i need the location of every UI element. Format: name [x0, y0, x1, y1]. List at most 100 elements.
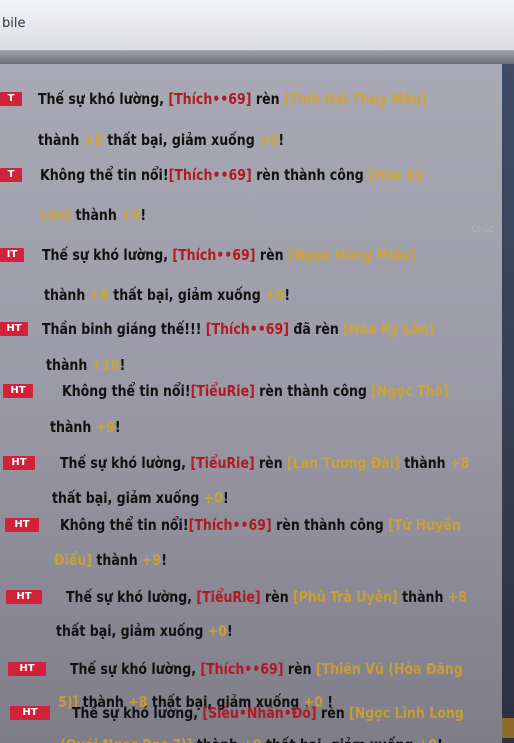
message-line: Không thể tin nổi![Thích••69] rèn thành …	[60, 516, 461, 534]
player-name-link[interactable]: [Thích••69]	[206, 320, 289, 338]
message-text: rèn	[251, 90, 284, 108]
message-text: rèn thành công	[251, 166, 369, 184]
enhance-level: +8	[447, 588, 468, 606]
channel-badge: HT	[3, 384, 33, 398]
message-line: thành +9!	[50, 418, 121, 436]
message-text: thành	[192, 736, 242, 743]
item-name-link[interactable]: Điểu]	[54, 551, 92, 569]
enhance-level: +8	[89, 286, 109, 304]
message-text: thành	[46, 356, 92, 374]
enhance-level: +9	[95, 418, 115, 436]
message-text: !	[278, 131, 285, 149]
item-name-link[interactable]: [Ngọc Thố]	[371, 382, 449, 400]
message-text: Thế sự khó lường,	[42, 246, 173, 264]
player-name-link[interactable]: [Siêu•Nhân•Đỏ]	[202, 704, 316, 722]
player-name-link[interactable]: [Thích••69]	[169, 166, 252, 184]
message-text: thành	[397, 588, 448, 606]
enhance-level: +9	[142, 551, 162, 569]
item-name-link[interactable]: [Thiên Vũ (Hỏa Đăng	[316, 660, 463, 678]
message-text: Thế sự khó lường,	[72, 704, 203, 722]
message-text: Không thể tin nổi!	[60, 516, 189, 534]
message-text: rèn	[316, 704, 350, 722]
message-text: rèn	[255, 246, 288, 264]
message-text: !	[161, 551, 168, 569]
item-name-link[interactable]: [Ngạo Hùng Miêu]	[288, 246, 416, 264]
message-text: !	[284, 286, 291, 304]
player-name-link[interactable]: [Thích••69]	[168, 90, 251, 108]
message-text: Thế sự khó lường,	[38, 90, 169, 108]
message-text: !	[140, 206, 147, 224]
message-text: thành	[92, 551, 143, 569]
player-name-link[interactable]: [Thích••69]	[189, 516, 272, 534]
message-text: !	[437, 736, 443, 743]
item-name-link[interactable]: [Tinh Hải Thủy Mẫu]	[284, 90, 427, 108]
enhance-level: +0	[265, 286, 285, 304]
message-text: thất bại, giảm xuống	[56, 622, 208, 640]
enhance-level: +0	[203, 489, 224, 507]
channel-badge: IT	[0, 248, 24, 262]
channel-badge: HT	[3, 456, 35, 470]
message-line: thất bại, giảm xuống +0!	[52, 489, 229, 507]
browser-title-bar: bile	[0, 0, 514, 51]
item-name-link[interactable]: (Quái Ngọc Bạc 7)]	[60, 736, 192, 743]
message-text: Thế sự khó lường,	[70, 660, 201, 678]
message-text: !	[114, 418, 121, 436]
message-text: !	[223, 489, 229, 507]
enhance-level: +10	[91, 356, 120, 374]
message-line: Thế sự khó lường, [TiểuRie] rèn [Lan Tươ…	[60, 454, 469, 472]
message-line: Lân] thành +9!	[40, 206, 146, 224]
message-text: Không thể tin nổi!	[40, 166, 169, 184]
panel-right-edge	[502, 64, 514, 743]
message-line: thất bại, giảm xuống +0!	[56, 622, 233, 640]
player-name-link[interactable]: [TiểuRie]	[190, 454, 254, 472]
enhance-level: +0	[259, 131, 279, 149]
player-name-link[interactable]: [TiểuRie]	[196, 588, 260, 606]
message-line: Thế sự khó lường, [Thích••69] rèn [Tinh …	[38, 90, 427, 108]
message-text: thành	[50, 418, 96, 436]
message-line: Không thể tin nổi![TiểuRie] rèn thành cô…	[62, 382, 449, 400]
background-watermark: Chúc	[471, 224, 494, 235]
window-title: bile	[2, 16, 26, 31]
message-line: thành +8 thất bại, giảm xuống +0!	[38, 131, 284, 149]
item-name-link[interactable]: [Tử Huyền	[388, 516, 461, 534]
player-name-link[interactable]: [Thích••69]	[200, 660, 283, 678]
enhance-level: +9	[242, 736, 261, 743]
message-text: Thế sự khó lường,	[66, 588, 197, 606]
message-text: thất bại, giảm xuống	[52, 489, 204, 507]
message-text: rèn	[254, 454, 287, 472]
message-text: Thế sự khó lường,	[60, 454, 191, 472]
message-text: !	[227, 622, 233, 640]
message-text: thành	[71, 206, 122, 224]
item-name-link[interactable]: [Lan Tương Đài]	[287, 454, 400, 472]
enhance-level: +0	[207, 622, 228, 640]
item-name-link[interactable]: [Phù Trà Uyên]	[293, 588, 398, 606]
item-name-link[interactable]: [Hỏa Kỳ	[368, 166, 424, 184]
message-text: đã rèn	[288, 320, 344, 338]
player-name-link[interactable]: [TiểuRie]	[191, 382, 255, 400]
message-line: Thế sự khó lường, [Thích••69] rèn [Thiên…	[70, 660, 463, 678]
message-text: !	[119, 356, 126, 374]
message-line: Thần binh giáng thế!!! [Thích••69] đã rè…	[42, 320, 434, 338]
item-name-link[interactable]: [Ngọc Linh Long	[349, 704, 464, 722]
system-chat-panel[interactable]: Chúc T Thế sự khó lường, [Thích••69] rèn …	[0, 64, 502, 743]
message-line: Thế sự khó lường, [Thích••69] rèn [Ngạo …	[42, 246, 416, 264]
message-text: rèn thành công	[254, 382, 372, 400]
message-text: thất bại, giảm xuống	[102, 131, 260, 149]
title-bar-shadow	[0, 51, 514, 64]
channel-badge: HT	[5, 518, 39, 532]
message-line: Không thể tin nổi![Thích••69] rèn thành …	[40, 166, 424, 184]
corner-tab[interactable]	[502, 718, 514, 738]
item-name-link[interactable]: [Hỏa Kỳ Lân]	[343, 320, 434, 338]
channel-badge: HT	[6, 590, 42, 604]
message-line: (Quái Ngọc Bạc 7)] thành +9 thất bại, gi…	[60, 736, 443, 743]
message-line: thành +8 thất bại, giảm xuống +0!	[44, 286, 290, 304]
channel-badge: T	[0, 92, 22, 106]
message-text: thành	[38, 131, 84, 149]
message-text: rèn	[283, 660, 316, 678]
player-name-link[interactable]: [Thích••69]	[172, 246, 255, 264]
channel-badge: HT	[0, 322, 28, 336]
enhance-level: +0	[418, 736, 437, 743]
item-name-link[interactable]: Lân]	[40, 206, 71, 224]
message-text: rèn thành công	[271, 516, 389, 534]
enhance-level: +9	[121, 206, 141, 224]
